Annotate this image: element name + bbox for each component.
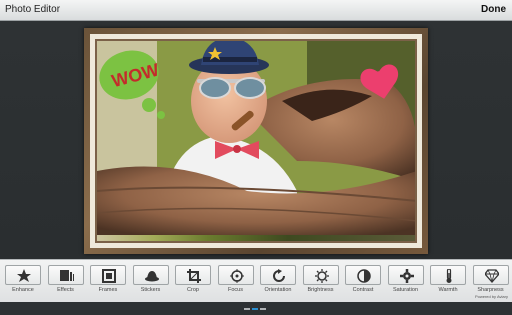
tool-icon-box	[175, 265, 211, 285]
powered-by-label: Powered by Aviary	[475, 294, 508, 299]
tool-label: Sharpness	[467, 287, 512, 293]
tool-crop-button[interactable]: Crop	[175, 265, 211, 297]
warmth-thermometer-icon	[442, 269, 456, 283]
tool-icon-box	[5, 265, 41, 285]
tool-icon-box	[90, 265, 126, 285]
frame-mat: WOW	[90, 34, 422, 248]
tool-label: Warmth	[424, 287, 472, 293]
tool-brightness-button[interactable]: Brightness	[303, 265, 339, 297]
tool-icon-box	[303, 265, 339, 285]
tool-label: Saturation	[382, 287, 430, 293]
page-dot-active[interactable]	[252, 308, 258, 310]
tool-label: Focus	[212, 287, 260, 293]
photo-scene: WOW	[97, 41, 415, 235]
tool-label: Brightness	[297, 287, 345, 293]
crop-icon	[187, 269, 201, 283]
enhance-star-icon	[17, 269, 31, 283]
tool-sharpness-button[interactable]: Sharpness	[473, 265, 509, 297]
tool-label: Crop	[169, 287, 217, 293]
photo-frame: WOW	[84, 28, 428, 254]
tool-effects-button[interactable]: Effects	[48, 265, 84, 297]
tool-orientation-button[interactable]: Orientation	[260, 265, 296, 297]
tool-icon-box	[388, 265, 424, 285]
tool-label: Effects	[42, 287, 90, 293]
tool-icon-box	[133, 265, 169, 285]
tool-icon-box	[345, 265, 381, 285]
edited-photo[interactable]: WOW	[97, 41, 415, 241]
tool-saturation-button[interactable]: Saturation	[388, 265, 424, 297]
tool-bar: EnhanceEffectsFramesStickersCropFocusOri…	[0, 259, 512, 302]
tool-icon-box	[260, 265, 296, 285]
tool-warmth-button[interactable]: Warmth	[430, 265, 466, 297]
tool-label: Contrast	[339, 287, 387, 293]
effects-layers-icon	[60, 269, 74, 283]
tool-icon-box	[473, 265, 509, 285]
page-dot[interactable]	[260, 308, 266, 310]
saturation-gear-icon	[400, 269, 414, 283]
tool-label: Frames	[84, 287, 132, 293]
tool-frames-button[interactable]: Frames	[90, 265, 126, 297]
tool-stickers-button[interactable]: Stickers	[133, 265, 169, 297]
tool-focus-button[interactable]: Focus	[218, 265, 254, 297]
tool-icon-box	[218, 265, 254, 285]
tool-label: Orientation	[254, 287, 302, 293]
title-bar: Photo Editor Done	[0, 0, 512, 21]
tool-contrast-button[interactable]: Contrast	[345, 265, 381, 297]
tool-icon-box	[48, 265, 84, 285]
sharpness-diamond-icon	[485, 269, 499, 283]
brightness-sun-icon	[315, 269, 329, 283]
tool-label: Stickers	[127, 287, 175, 293]
tool-enhance-button[interactable]: Enhance	[5, 265, 41, 297]
frames-icon	[102, 269, 116, 283]
tool-label: Enhance	[0, 287, 47, 293]
done-button[interactable]: Done	[481, 4, 506, 15]
tool-icon-box	[430, 265, 466, 285]
frame-inner-border: WOW	[95, 39, 417, 243]
app-title: Photo Editor	[5, 4, 60, 15]
page-dot[interactable]	[244, 308, 250, 310]
page-indicator	[244, 297, 268, 299]
focus-target-icon	[230, 269, 244, 283]
stickers-hat-icon	[145, 269, 159, 283]
orientation-rotate-icon	[272, 269, 286, 283]
contrast-icon	[357, 269, 371, 283]
